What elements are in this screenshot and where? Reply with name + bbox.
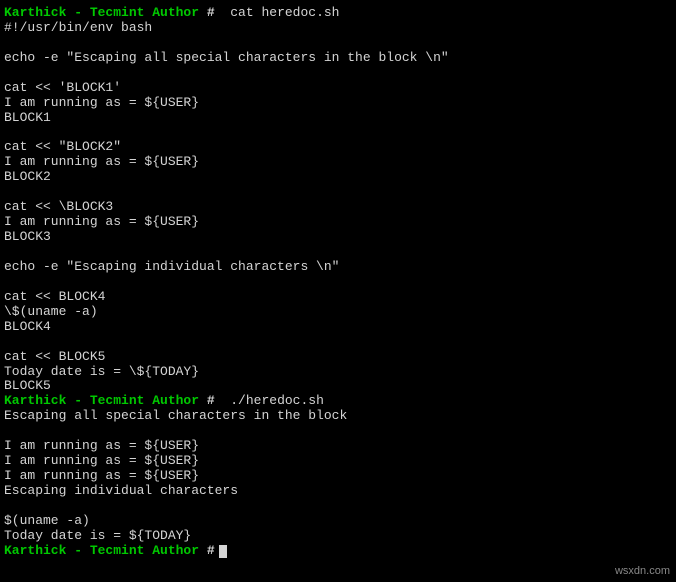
file-line: Today date is = \${TODAY}: [4, 365, 672, 380]
file-line: I am running as = ${USER}: [4, 215, 672, 230]
prompt-line-2: Karthick - Tecmint Author # ./heredoc.sh: [4, 394, 672, 409]
prompt-user: Karthick - Tecmint Author: [4, 393, 207, 408]
output-line: $(uname -a): [4, 514, 672, 529]
file-line: cat << 'BLOCK1': [4, 81, 672, 96]
watermark: wsxdn.com: [615, 565, 670, 578]
file-line: [4, 36, 672, 51]
output-line: Escaping all special characters in the b…: [4, 409, 672, 424]
file-line: BLOCK2: [4, 170, 672, 185]
file-line: BLOCK4: [4, 320, 672, 335]
output-line: I am running as = ${USER}: [4, 469, 672, 484]
file-line: BLOCK3: [4, 230, 672, 245]
output-line: [4, 424, 672, 439]
file-line: [4, 66, 672, 81]
cursor-icon: [219, 545, 227, 558]
file-line: cat << "BLOCK2": [4, 140, 672, 155]
output-line: Escaping individual characters: [4, 484, 672, 499]
prompt-hash: #: [207, 393, 215, 408]
file-line: I am running as = ${USER}: [4, 155, 672, 170]
output-line: I am running as = ${USER}: [4, 439, 672, 454]
file-line: [4, 245, 672, 260]
output-line: Today date is = ${TODAY}: [4, 529, 672, 544]
command-1: cat heredoc.sh: [215, 5, 340, 20]
file-line: echo -e "Escaping all special characters…: [4, 51, 672, 66]
file-line: [4, 335, 672, 350]
command-2: ./heredoc.sh: [215, 393, 324, 408]
prompt-line-3[interactable]: Karthick - Tecmint Author #: [4, 544, 672, 559]
file-line: [4, 275, 672, 290]
file-line: I am running as = ${USER}: [4, 96, 672, 111]
file-line: [4, 185, 672, 200]
output-line: [4, 499, 672, 514]
prompt-hash: #: [207, 5, 215, 20]
file-line: echo -e "Escaping individual characters …: [4, 260, 672, 275]
file-line: \$(uname -a): [4, 305, 672, 320]
file-line: cat << BLOCK4: [4, 290, 672, 305]
file-line: cat << BLOCK5: [4, 350, 672, 365]
file-line: cat << \BLOCK3: [4, 200, 672, 215]
prompt-line-1: Karthick - Tecmint Author # cat heredoc.…: [4, 6, 672, 21]
file-line: BLOCK1: [4, 111, 672, 126]
prompt-user: Karthick - Tecmint Author: [4, 5, 207, 20]
output-line: I am running as = ${USER}: [4, 454, 672, 469]
prompt-user: Karthick - Tecmint Author: [4, 543, 207, 558]
file-line: #!/usr/bin/env bash: [4, 21, 672, 36]
file-line: [4, 126, 672, 141]
prompt-hash: #: [207, 543, 215, 558]
file-line: BLOCK5: [4, 379, 672, 394]
